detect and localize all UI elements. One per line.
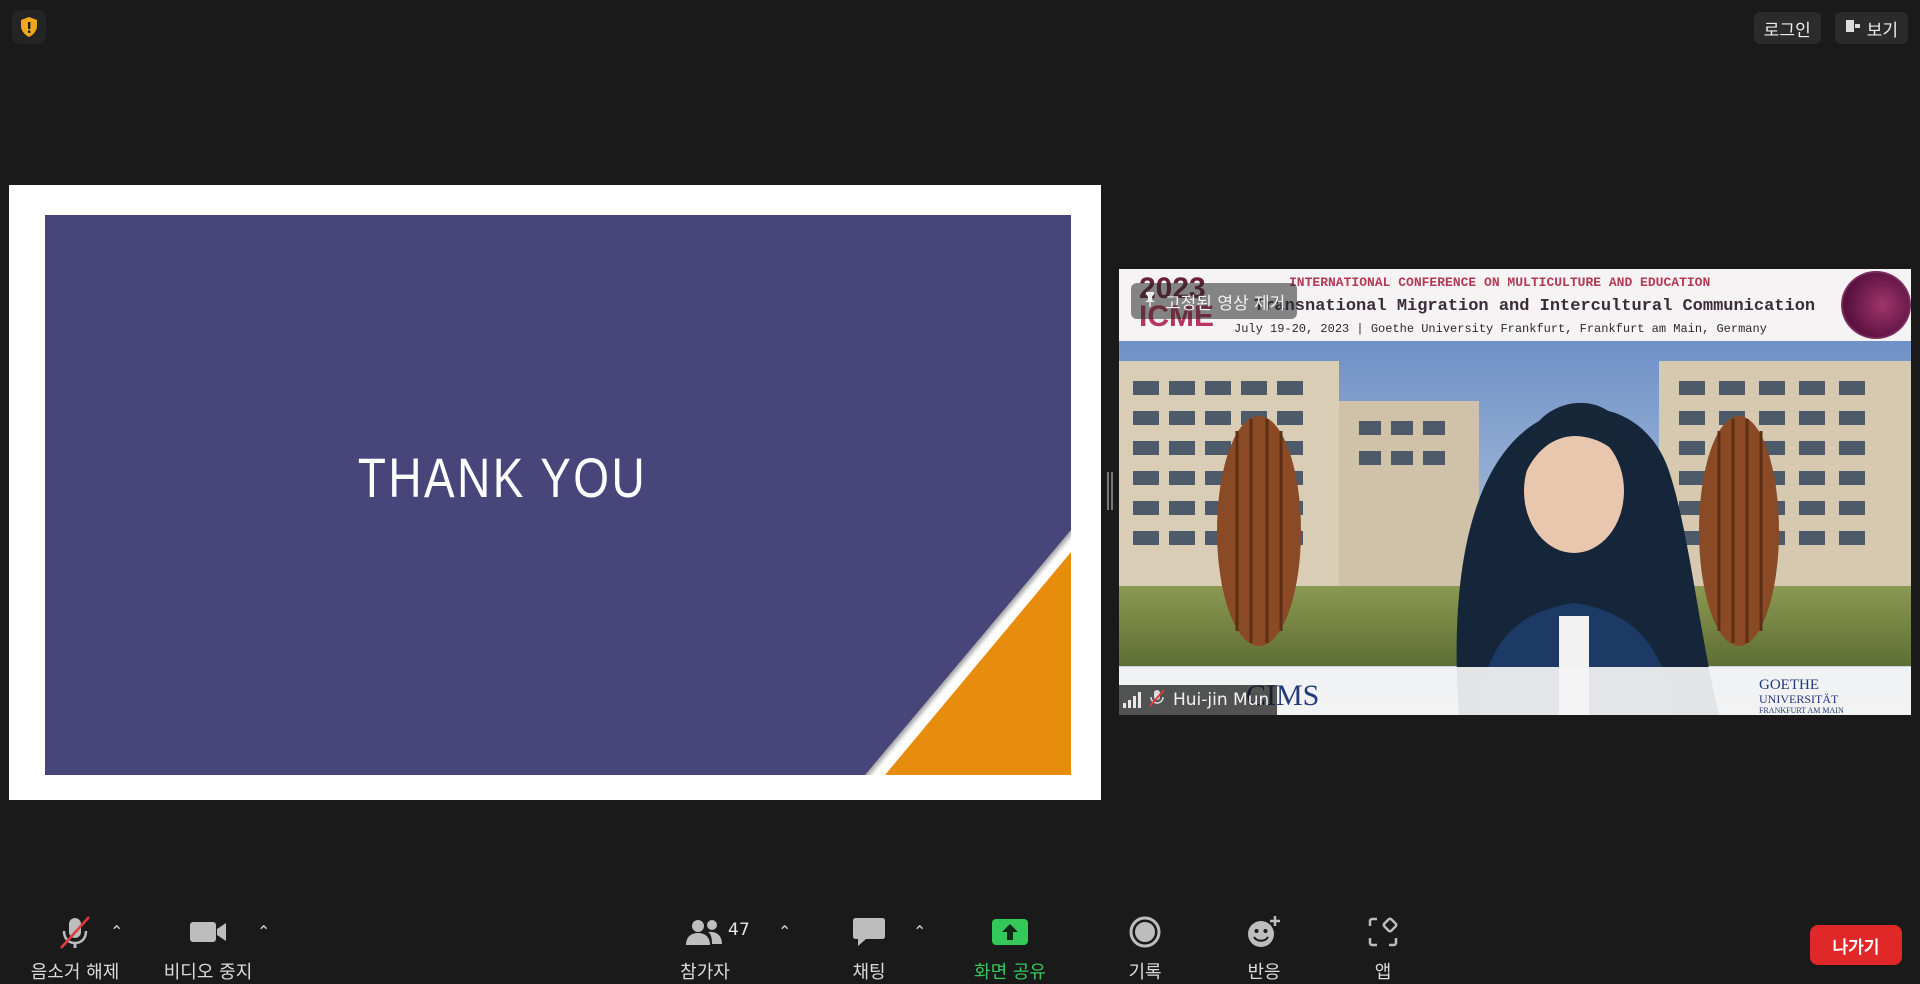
login-button[interactable]: 로그인: [1753, 12, 1821, 44]
muted-mic-icon: [1149, 688, 1165, 712]
apps-button[interactable]: 앱: [1353, 912, 1413, 984]
chat-bubble-icon: [852, 912, 886, 952]
share-screen-icon: [991, 912, 1029, 952]
participant-count: 47: [728, 920, 750, 940]
video-options-chevron-icon[interactable]: ⌃: [257, 922, 270, 941]
view-layout-icon: [1845, 18, 1861, 39]
unpin-label: 고정된 영상 제거: [1165, 293, 1286, 314]
view-label: 보기: [1866, 20, 1898, 41]
video-camera-icon: [188, 912, 228, 952]
apps-icon: [1368, 912, 1398, 952]
universitat-logo-text: UNIVERSITÄT: [1759, 692, 1839, 706]
banner-line-2: Transnational Migration and Intercultura…: [1254, 297, 1816, 316]
participant-name: Hui-jin Mun: [1173, 690, 1270, 710]
participants-button[interactable]: 47 참가자: [670, 912, 750, 984]
participants-options-chevron-icon[interactable]: ⌃: [778, 922, 791, 941]
unpin-video-button[interactable]: 고정된 영상 제거: [1131, 283, 1298, 319]
stop-video-button[interactable]: 비디오 중지: [158, 912, 258, 984]
record-button[interactable]: 기록: [1115, 912, 1175, 984]
audio-options-chevron-icon[interactable]: ⌃: [110, 922, 123, 941]
stop-video-label: 비디오 중지: [163, 962, 253, 983]
banner-line-3: July 19-20, 2023 | Goethe University Fra…: [1234, 322, 1767, 336]
pin-icon: [1143, 291, 1157, 312]
share-screen-label: 화면 공유: [974, 962, 1046, 983]
record-icon: [1128, 912, 1162, 952]
reactions-label: 반응: [1247, 962, 1281, 983]
slide-title: THANK YOU: [357, 446, 648, 509]
security-shield-icon[interactable]: [12, 10, 46, 44]
connection-signal-icon: [1123, 692, 1141, 708]
participants-label: 참가자: [680, 962, 730, 983]
share-screen-button[interactable]: 화면 공유: [960, 912, 1060, 984]
frankfurt-logo-text: FRANKFURT AM MAIN: [1759, 706, 1844, 715]
view-button[interactable]: 보기: [1834, 12, 1908, 44]
chat-button[interactable]: 채팅: [834, 912, 904, 984]
login-label: 로그인: [1763, 20, 1811, 41]
apps-label: 앱: [1374, 962, 1392, 983]
meeting-toolbar: 음소거 해제 ⌃ 비디오 중지 ⌃ 47 참가자 ⌃ 채팅 ⌃ 화면 공유 기록: [0, 904, 1920, 984]
goethe-logo-text: GOETHE: [1759, 677, 1819, 693]
unmute-label: 음소거 해제: [30, 962, 120, 983]
leave-meeting-button[interactable]: 나가기: [1810, 925, 1902, 965]
participants-icon: 47: [684, 912, 750, 952]
smiley-plus-icon: [1246, 912, 1282, 952]
reactions-button[interactable]: 반응: [1234, 912, 1294, 984]
banner-orb-graphic: [1841, 271, 1911, 339]
video-background-scene: [1119, 341, 1911, 715]
banner-line-1: INTERNATIONAL CONFERENCE ON MULTICULTURE…: [1289, 275, 1711, 290]
participant-nameplate: Hui-jin Mun: [1119, 685, 1278, 715]
record-label: 기록: [1128, 962, 1162, 983]
chat-label: 채팅: [852, 962, 886, 983]
participant-video-tile[interactable]: 2023 ICME INTERNATIONAL CONFERENCE ON MU…: [1119, 269, 1911, 715]
shared-screen-slide: THANK YOU: [9, 185, 1101, 800]
muted-microphone-icon: [57, 912, 93, 952]
chat-options-chevron-icon[interactable]: ⌃: [913, 922, 926, 941]
panel-splitter-handle[interactable]: [1107, 472, 1113, 510]
